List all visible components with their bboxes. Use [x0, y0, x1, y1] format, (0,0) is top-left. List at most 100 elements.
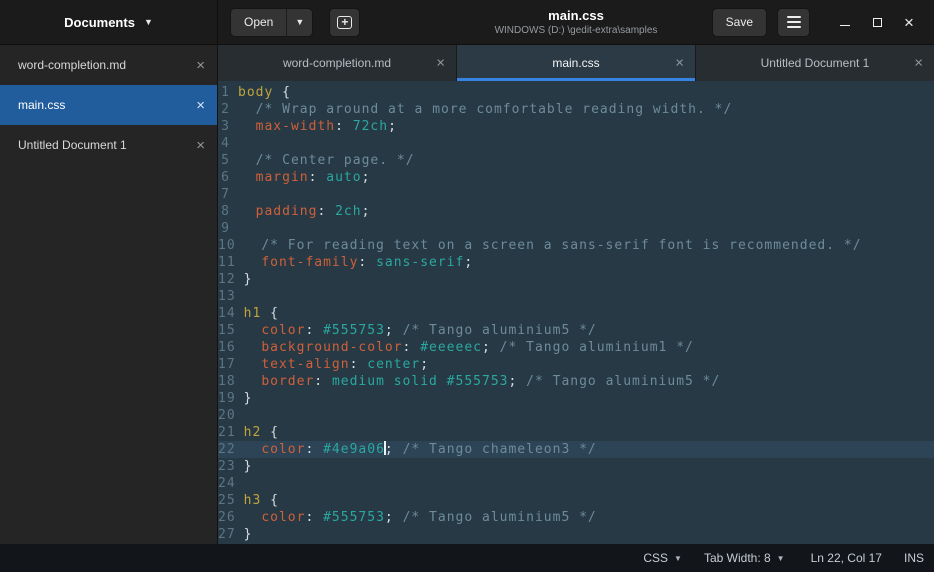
code-line[interactable]: 23} [218, 458, 934, 475]
code-text: font-family: sans-serif; [244, 254, 934, 271]
documents-menu-button[interactable]: Documents ▼ [64, 15, 153, 30]
sidebar-item[interactable]: Untitled Document 1× [0, 125, 217, 165]
code-line[interactable]: 6 margin: auto; [218, 169, 934, 186]
code-line[interactable]: 9 [218, 220, 934, 237]
code-token: 72ch [353, 119, 388, 134]
line-number: 3 [218, 118, 238, 135]
code-token [244, 442, 262, 457]
code-token: : [403, 340, 421, 355]
cursor-position[interactable]: Ln 22, Col 17 [811, 551, 882, 565]
close-button[interactable]: × [896, 9, 922, 35]
sidebar-item[interactable]: word-completion.md × [0, 45, 217, 85]
code-line[interactable]: 24 [218, 475, 934, 492]
code-line[interactable]: 22 color: #4e9a06; /* Tango chameleon3 *… [218, 441, 934, 458]
code-line[interactable]: 7 [218, 186, 934, 203]
code-line[interactable]: 14h1 { [218, 305, 934, 322]
line-number: 10 [218, 237, 244, 254]
close-icon[interactable]: × [914, 56, 923, 71]
code-line[interactable]: 11 font-family: sans-serif; [218, 254, 934, 271]
input-mode-indicator[interactable]: INS [904, 551, 924, 565]
close-icon[interactable]: × [196, 58, 205, 73]
code-token: : [317, 204, 335, 219]
open-split-button: Open ▼ [230, 8, 313, 37]
document-tab[interactable]: Untitled Document 1 × [696, 45, 934, 81]
code-line[interactable]: 4 [218, 135, 934, 152]
code-line[interactable]: 16 background-color: #eeeeec; /* Tango a… [218, 339, 934, 356]
code-text [244, 407, 934, 424]
code-line[interactable]: 25h3 { [218, 492, 934, 509]
code-token: ; [388, 119, 397, 134]
code-line[interactable]: 1body { [218, 84, 934, 101]
code-token: text-align [261, 357, 349, 372]
tab-label: Untitled Document 1 [761, 56, 870, 70]
code-token: ; [508, 374, 526, 389]
line-number: 7 [218, 186, 238, 203]
code-token: } [244, 527, 253, 542]
code-line[interactable]: 3 max-width: 72ch; [218, 118, 934, 135]
code-text: } [244, 271, 934, 288]
code-token: border [261, 374, 314, 389]
code-line[interactable]: 15 color: #555753; /* Tango aluminium5 *… [218, 322, 934, 339]
code-text: body { [238, 84, 934, 101]
code-token: color [261, 510, 305, 525]
code-token: auto [326, 170, 361, 185]
code-line[interactable]: 13 [218, 288, 934, 305]
new-tab-button[interactable]: + [329, 8, 360, 37]
document-tab[interactable]: main.css× [457, 45, 696, 81]
line-number: 27 [218, 526, 244, 543]
code-token: : [335, 119, 353, 134]
sidebar-item[interactable]: main.css× [0, 85, 217, 125]
code-text: /* For reading text on a screen a sans-s… [244, 237, 934, 254]
tab-width-label: Tab Width: 8 [704, 551, 771, 565]
tab-width-selector[interactable]: Tab Width: 8 ▼ [704, 551, 785, 565]
code-line[interactable]: 19} [218, 390, 934, 407]
code-token [244, 340, 262, 355]
code-editor[interactable]: 1body {2 /* Wrap around at a more comfor… [218, 81, 934, 544]
line-number: 8 [218, 203, 238, 220]
code-line[interactable]: 2 /* Wrap around at a more comfortable r… [218, 101, 934, 118]
code-token: h1 [244, 306, 262, 321]
language-label: CSS [643, 551, 668, 565]
sidebar-item-label: word-completion.md [18, 58, 126, 72]
code-token: h2 [244, 425, 262, 440]
code-text [238, 186, 934, 203]
maximize-button[interactable] [864, 9, 890, 35]
close-icon[interactable]: × [675, 56, 684, 71]
minimize-button[interactable] [832, 9, 858, 35]
line-number: 1 [218, 84, 238, 101]
code-line[interactable]: 17 text-align: center; [218, 356, 934, 373]
menu-button[interactable] [777, 8, 810, 37]
open-dropdown-button[interactable]: ▼ [286, 8, 313, 37]
code-token: #555753 [323, 510, 385, 525]
code-line[interactable]: 10 /* For reading text on a screen a san… [218, 237, 934, 254]
code-token: background-color [261, 340, 402, 355]
code-token: : [309, 170, 327, 185]
line-number: 15 [218, 322, 244, 339]
close-icon[interactable]: × [196, 138, 205, 153]
close-icon[interactable]: × [436, 56, 445, 71]
code-text [244, 288, 934, 305]
code-text: margin: auto; [238, 169, 934, 186]
code-line[interactable]: 20 [218, 407, 934, 424]
sidebar-document-list: word-completion.md×main.css×Untitled Doc… [0, 45, 217, 165]
code-token: font-family [261, 255, 358, 270]
code-token: sans-serif [376, 255, 464, 270]
code-token [244, 255, 262, 270]
chevron-down-icon: ▼ [777, 554, 785, 563]
code-line[interactable]: 26 color: #555753; /* Tango aluminium5 *… [218, 509, 934, 526]
code-line[interactable]: 12} [218, 271, 934, 288]
code-line[interactable]: 8 padding: 2ch; [218, 203, 934, 220]
code-line[interactable]: 21h2 { [218, 424, 934, 441]
code-line[interactable]: 5 /* Center page. */ [218, 152, 934, 169]
open-button[interactable]: Open [230, 8, 286, 37]
code-line[interactable]: 27} [218, 526, 934, 543]
header-bar: Documents ▼ Open ▼ + main.css WINDOWS (D… [0, 0, 934, 45]
chevron-down-icon: ▼ [674, 554, 682, 563]
close-icon[interactable]: × [196, 98, 205, 113]
language-selector[interactable]: CSS ▼ [643, 551, 682, 565]
minimize-icon [840, 25, 850, 27]
save-button[interactable]: Save [712, 8, 767, 37]
code-line[interactable]: 18 border: medium solid #555753; /* Tang… [218, 373, 934, 390]
line-number: 14 [218, 305, 244, 322]
document-tab[interactable]: word-completion.md× [218, 45, 457, 81]
